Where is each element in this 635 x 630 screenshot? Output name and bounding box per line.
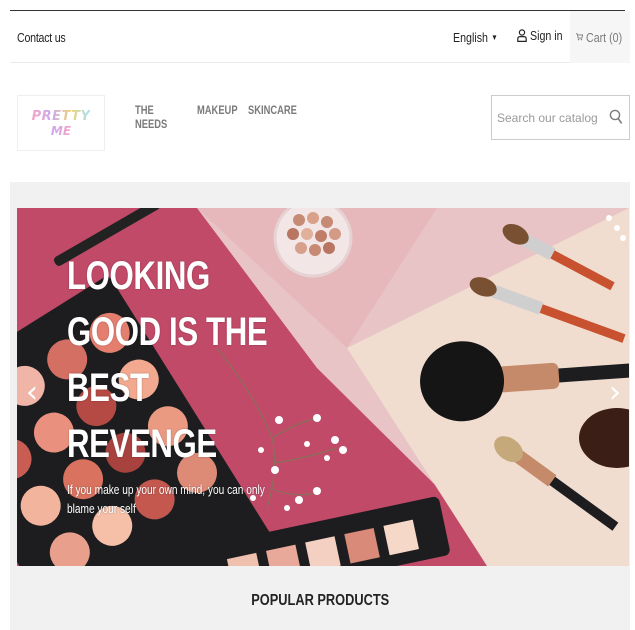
cart-button[interactable]: Cart (0)	[570, 11, 630, 63]
site-logo[interactable]: PRETTY ME	[17, 95, 105, 151]
nav-skincare[interactable]: SKINCARE	[248, 103, 297, 131]
logo-text-top: PRETTY	[31, 108, 91, 124]
contact-us-link[interactable]: Contact us	[17, 30, 66, 45]
carousel-next-arrow-icon[interactable]: ›	[609, 378, 621, 408]
logo-text-bottom: ME	[50, 123, 72, 138]
search-box	[491, 95, 630, 140]
hero-title: LOOKING GOOD IS THE BEST REVENGE	[67, 248, 270, 472]
hero-title-line: LOOKING	[67, 254, 210, 298]
cart-label: Cart (0)	[585, 29, 623, 45]
cart-icon	[576, 33, 583, 41]
hero-title-line: BEST	[67, 366, 149, 410]
hero-title-line: REVENGE	[67, 422, 217, 466]
search-input[interactable]	[497, 110, 597, 125]
site-header: PRETTY ME THE NEEDS MAKEUP SKINCARE	[10, 63, 630, 180]
sign-in-label: Sign in	[530, 28, 563, 43]
hero-subtitle: If you make up your own mind, you can on…	[67, 482, 265, 516]
language-selector[interactable]: English ▼	[453, 30, 498, 45]
popular-products-heading: POPULAR PRODUCTS	[10, 592, 630, 610]
user-icon	[517, 29, 527, 42]
carousel-prev-arrow-icon[interactable]: ‹	[26, 378, 38, 408]
search-icon[interactable]	[609, 109, 623, 125]
nav-makeup[interactable]: MAKEUP	[197, 103, 238, 131]
hero-title-line: GOOD IS THE	[67, 310, 268, 354]
caret-down-icon: ▼	[491, 33, 498, 42]
hero-carousel[interactable]: LOOKING GOOD IS THE BEST REVENGE If you …	[17, 208, 629, 566]
language-label: English	[453, 30, 488, 45]
popular-products-label: POPULAR PRODUCTS	[251, 592, 389, 609]
nav-the-needs[interactable]: THE NEEDS	[135, 103, 183, 131]
top-bar: Contact us English ▼ Sign in Cart (0)	[10, 11, 630, 63]
sign-in-link[interactable]: Sign in	[517, 28, 570, 43]
main-nav: THE NEEDS MAKEUP SKINCARE	[135, 103, 308, 131]
